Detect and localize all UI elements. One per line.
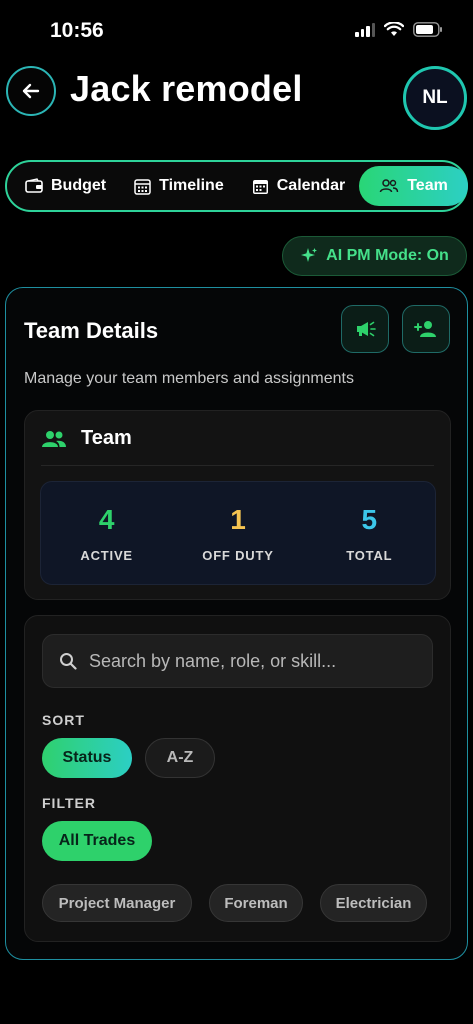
- trade-chip-electrician[interactable]: Electrician: [320, 884, 427, 922]
- tab-calendar-label: Calendar: [276, 177, 346, 194]
- megaphone-icon: [357, 321, 376, 337]
- filter-all-trades[interactable]: All Trades: [42, 821, 152, 861]
- stat-active: 4 ACTIVE: [41, 482, 172, 584]
- ai-pm-mode-toggle[interactable]: AI PM Mode: On: [282, 236, 467, 276]
- search-box[interactable]: [42, 634, 433, 688]
- stat-total: 5 TOTAL: [304, 482, 435, 584]
- tab-team-label: Team: [407, 177, 448, 194]
- stat-total-label: TOTAL: [346, 547, 393, 563]
- divider: [41, 465, 434, 466]
- status-time: 10:56: [50, 19, 104, 42]
- sort-option-az[interactable]: A-Z: [145, 738, 215, 778]
- team-details-subtitle: Manage your team members and assignments: [24, 370, 354, 387]
- avatar-initials: NL: [422, 87, 448, 108]
- stat-active-value: 4: [98, 503, 115, 535]
- sparkle-icon: [301, 248, 318, 262]
- tab-timeline[interactable]: Timeline: [120, 166, 238, 206]
- sort-option-az-label: A-Z: [166, 749, 194, 766]
- tab-timeline-label: Timeline: [159, 177, 224, 194]
- back-button[interactable]: [6, 66, 56, 116]
- avatar[interactable]: NL: [403, 66, 467, 130]
- cellular-signal-icon: [355, 22, 375, 37]
- stat-off-duty-value: 1: [230, 503, 246, 535]
- tab-bar: Budget Timeline Calendar Team: [5, 160, 468, 212]
- trade-chip-label: Electrician: [335, 894, 412, 912]
- page-title: Jack remodel: [70, 68, 303, 109]
- status-bar: 10:56: [0, 0, 473, 62]
- sort-option-status-label: Status: [62, 749, 112, 766]
- team-summary-heading: Team: [81, 427, 132, 449]
- trade-chip-foreman[interactable]: Foreman: [209, 884, 303, 922]
- people-icon: [379, 179, 399, 193]
- group-icon: [42, 430, 66, 447]
- search-input[interactable]: [89, 650, 409, 672]
- add-member-button[interactable]: [402, 305, 450, 353]
- team-details-title: Team Details: [24, 318, 159, 343]
- tab-budget-label: Budget: [51, 177, 107, 194]
- filter-all-trades-label: All Trades: [58, 832, 136, 849]
- wifi-icon: [384, 22, 404, 36]
- wallet-icon: [25, 178, 43, 193]
- tab-calendar[interactable]: Calendar: [238, 166, 359, 206]
- stat-off-duty-label: OFF DUTY: [202, 547, 274, 563]
- stat-active-label: ACTIVE: [80, 547, 133, 563]
- stat-off-duty: 1 OFF DUTY: [172, 482, 303, 584]
- battery-icon: [413, 22, 442, 37]
- search-icon: [60, 653, 77, 670]
- add-person-icon: [414, 321, 436, 337]
- announce-button[interactable]: [341, 305, 389, 353]
- arrow-left-icon: [22, 83, 40, 99]
- trade-chip-label: Project Manager: [58, 894, 176, 912]
- ai-pm-mode-label: AI PM Mode: On: [326, 247, 449, 264]
- calendar-grid-icon: [134, 178, 151, 195]
- team-summary-card: Team 4 ACTIVE 1 OFF DUTY 5 TOTAL: [24, 410, 451, 600]
- tab-team[interactable]: Team: [359, 166, 468, 206]
- trade-chip-label: Foreman: [224, 894, 288, 912]
- status-icons: [355, 22, 443, 37]
- team-stats: 4 ACTIVE 1 OFF DUTY 5 TOTAL: [40, 481, 436, 585]
- team-summary-header: Team: [41, 427, 132, 450]
- calendar-icon: [252, 179, 268, 194]
- tab-budget[interactable]: Budget: [11, 166, 120, 206]
- filter-label: FILTER: [42, 795, 96, 811]
- team-details-card: Team Details Manage your team members an…: [5, 287, 468, 960]
- trade-chip-project-manager[interactable]: Project Manager: [42, 884, 192, 922]
- search-filter-card: SORT Status A-Z FILTER All Trades Projec…: [24, 615, 451, 942]
- stat-total-value: 5: [361, 503, 378, 535]
- sort-label: SORT: [42, 712, 85, 728]
- sort-option-status[interactable]: Status: [42, 738, 132, 778]
